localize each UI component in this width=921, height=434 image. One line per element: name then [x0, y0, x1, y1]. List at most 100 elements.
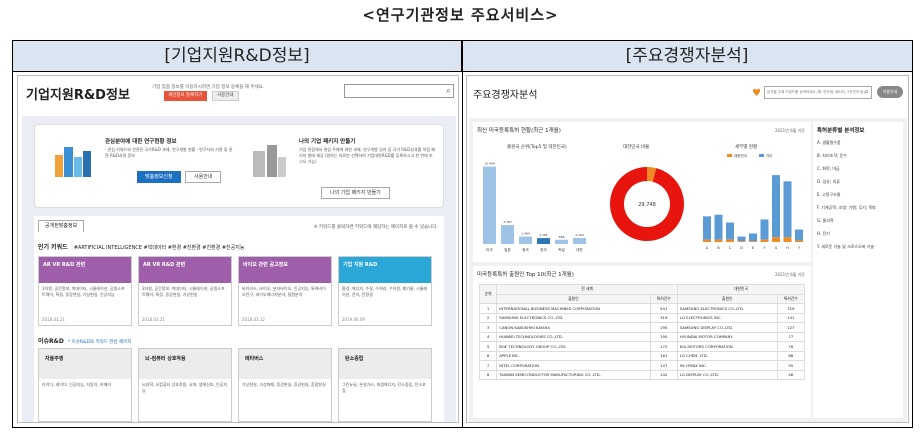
table-row: 5 BOE TECHNOLOGY GROUP CO.,LTD. 172 KIA MOT… — [478, 341, 806, 352]
table-row: 1 INTERNATIONAL BUSINESS MACHINES CORPORA… — [478, 303, 806, 314]
sidebar-item[interactable]: C. 화학; 야금 — [817, 166, 840, 172]
tab-public-info[interactable]: 공개된맞춤정보 — [38, 220, 85, 232]
bar — [760, 219, 769, 240]
keyword-card[interactable]: 바이오 관련 공고정보 바이러스, 바이오, 분자바이오, 인공지능, 특허바이… — [238, 256, 332, 326]
sidebar-item[interactable]: B. 처리조작; 운수 — [817, 153, 847, 159]
bar — [783, 237, 792, 242]
package-button[interactable]: 나의 기업 패키지 만들기 — [321, 187, 390, 199]
korea-ratio-title: 대한민국 비율 — [623, 145, 650, 150]
table-cell: 127 — [776, 322, 806, 333]
table-cell: INTERNATIONAL BUSINESS MACHINES CORPORAT… — [496, 303, 651, 314]
table-cell: 8 — [478, 369, 498, 380]
usage-guide-button[interactable]: 이용안내 — [877, 86, 903, 98]
col-applicant: 출원인 — [496, 293, 651, 304]
bar — [726, 222, 734, 240]
search-placeholder: 분석할 주제 키워드를 검색하세요 (예: 반도체, 배터리, 2차전지 등) — [767, 90, 865, 94]
table-cell: 161 — [649, 350, 678, 361]
city-illustration-icon — [55, 147, 91, 177]
custom-info-button[interactable]: 맞춤정보신청 — [137, 171, 181, 183]
rnd-search-input[interactable]: ⌕ — [344, 84, 454, 98]
legend-label: 대한민국 — [734, 153, 748, 158]
country-rank-title: 출원국 순위(Top5 및 대한민국) — [507, 145, 567, 150]
sidebar-item[interactable]: E. 고정구조물 — [817, 192, 840, 198]
table-cell: INTEL CORPORATION — [496, 360, 651, 371]
table-cell: SAMSUNG ELECTRONICS CO.,LTD. — [676, 303, 778, 314]
sidebar-item[interactable]: D. 섬유; 지류 — [817, 179, 840, 185]
issue-card[interactable]: 메타버스 가상현실, 가상화폐, 증강현실, 증강현실, 혼합현실 — [238, 348, 332, 422]
register-button[interactable]: 개인정보 등록하기 — [164, 91, 207, 101]
tick-label: 한국 — [540, 247, 547, 252]
table-cell: 3 — [478, 322, 498, 333]
bar — [501, 225, 514, 244]
sidebar-item[interactable]: G. 물리학 — [817, 218, 834, 224]
tick-label: D — [740, 246, 743, 250]
table-cell: 5 — [478, 341, 498, 352]
table-row: 3 CANON KABUSHIKI KAISHA 195 SAMSUNG DISPLA… — [478, 322, 806, 333]
col-count: 특허건수 — [776, 293, 806, 304]
category-stacked-chart: 대한민국 기타 A B C D E F G H Y — [703, 153, 803, 250]
issue-card[interactable]: 자율주행 라이다, 레이더, 인공지능, 자동차, 카메라 — [38, 348, 132, 422]
issue-card-title: 탄소중립 — [339, 349, 431, 379]
data-label: 3,787 — [503, 220, 512, 224]
bar — [737, 236, 746, 242]
guide-button[interactable]: 사용안내 — [212, 91, 239, 101]
bar — [749, 241, 757, 242]
sidebar-heading: 특허분류별 분석정보 — [817, 128, 865, 134]
korea-donut-chart: 29,748 — [610, 167, 684, 241]
keyword-list[interactable]: #ARTIFICIAL INTELLIGENCE #빅데이터 #환경 #친환경 … — [74, 245, 245, 251]
competitor-body: 최신 미국등록특허 현황(최근 1개월) 2021년 6월 기준 출원국 순위(… — [469, 118, 907, 422]
chart-title: 최신 미국등록특허 현황(최근 1개월) — [477, 128, 561, 134]
search-icon[interactable]: ⌕ — [865, 87, 869, 97]
sidebar-item[interactable]: F. 기계공학; 조명; 가열; 무기; 폭파 — [817, 205, 876, 211]
tick-label: Y — [798, 246, 801, 250]
sidebar-item[interactable]: Y. 새로운 기술 및 크로스오버 기술 — [817, 244, 874, 250]
table-cell: LG DISPLAY CO.,LTD. — [676, 369, 778, 380]
bar — [795, 229, 803, 241]
card2-heading: 나의 기업 패키지 만들기 — [299, 139, 356, 145]
table-cell: 195 — [649, 322, 678, 333]
bar — [703, 216, 711, 240]
keyword-card-body: 바이러스, 바이오, 분자바이오, 인공지능, 특허바이오연구, 바이오에너지분… — [242, 286, 326, 297]
bar — [726, 239, 734, 242]
table-cell: 55 — [776, 360, 806, 371]
keyword-card[interactable]: AR VR R&D 관련 3차원, 공간정보, 빅데이터, 시뮬레이션, 공원소… — [138, 256, 232, 326]
table-cell: 68 — [776, 350, 806, 361]
data-label: 838 — [559, 235, 565, 239]
issue-card-body: 그린뉴딜, 온실가스, 재생에너지, 탄소중립, 탄소포집 — [342, 382, 426, 393]
data-label: 15,494 — [484, 162, 495, 166]
competitor-page-title: 주요경쟁자분석 — [473, 90, 538, 101]
country-bar-chart: 15,494 미국 3,787 일본 1,484 중국 1,181 한국 838 독일 1,194 대… — [483, 162, 586, 252]
rnd-info-screenshot: 기업지원R&D정보 기업 맞춤 정보를 이용하시려면 기업 정보 등록을 해 주… — [17, 75, 459, 423]
table-cell: TAIWAN SEMICONDUCTOR MANUFACTURING CO.,L… — [496, 369, 651, 380]
table-date: 2021년 6월 기준 — [775, 272, 805, 277]
keyword-card-date: 2018.03.21 — [142, 317, 165, 322]
rnd-page-title: 기업지원R&D정보 — [26, 88, 130, 103]
competitor-search-input[interactable]: 분석할 주제 키워드를 검색하세요 (예: 반도체, 배터리, 2차전지 등) ⌕ — [764, 86, 872, 99]
keyword-card-title: 기업 지원 R&D — [339, 257, 431, 283]
keyword-card[interactable]: 기업 지원 R&D 환경, 에너지, 수질, 수처리, 수자원, 폐기물, 시뮬… — [338, 256, 432, 326]
issue-card[interactable]: 뇌-컴퓨터 상호작용 뇌과학, 뇌컴퓨터 상호작용, 뇌파, 생체신호, 인공지… — [138, 348, 232, 422]
keyword-card-date: 2019.06.09 — [342, 317, 365, 322]
keyword-note: ※ 키워드를 클릭하면 키워드에 해당하는 페이지로 볼 수 있습니다. — [313, 225, 438, 230]
issue-card-title: 뇌-컴퓨터 상호작용 — [139, 349, 231, 379]
issue-card[interactable]: 탄소중립 그린뉴딜, 온실가스, 재생에너지, 탄소중립, 탄소포집 — [338, 348, 432, 422]
tick-label: 중국 — [522, 248, 529, 252]
table-row: 7 INTEL CORPORATION 147 SK HYNIX INC. 55 — [478, 360, 806, 371]
keyword-card[interactable]: AR VR R&D 관련 3차원, 공간정보, 빅데이터, 시뮬레이션, 공원소… — [38, 256, 132, 326]
tick-label: 대만 — [576, 247, 583, 252]
sidebar-item[interactable]: H. 전기 — [817, 231, 830, 237]
chart-date: 2021년 6월 기준 — [775, 128, 805, 133]
tick-label: H — [786, 246, 789, 250]
search-icon[interactable]: ⌕ — [446, 86, 451, 96]
issue-link[interactable]: * 이슈R&D와 키워드 관련 페이지 — [68, 340, 132, 345]
card1-guide-button[interactable]: 사용안내 — [185, 171, 222, 183]
col-world: 전 세계 — [496, 284, 678, 295]
tick-label: E — [752, 246, 754, 250]
sidebar-item[interactable]: A. 생활필수품 — [817, 140, 841, 146]
comparison-frame: [기업지원R&D정보] [주요경쟁자분석] 기업지원R&D정보 기업 맞춤 정보… — [12, 40, 913, 428]
bar — [519, 236, 532, 244]
heart-icon[interactable]: ♥ — [752, 88, 761, 99]
tick-label: F — [763, 246, 765, 250]
table-cell: 541 — [649, 303, 678, 314]
tick-label: A — [706, 246, 709, 250]
